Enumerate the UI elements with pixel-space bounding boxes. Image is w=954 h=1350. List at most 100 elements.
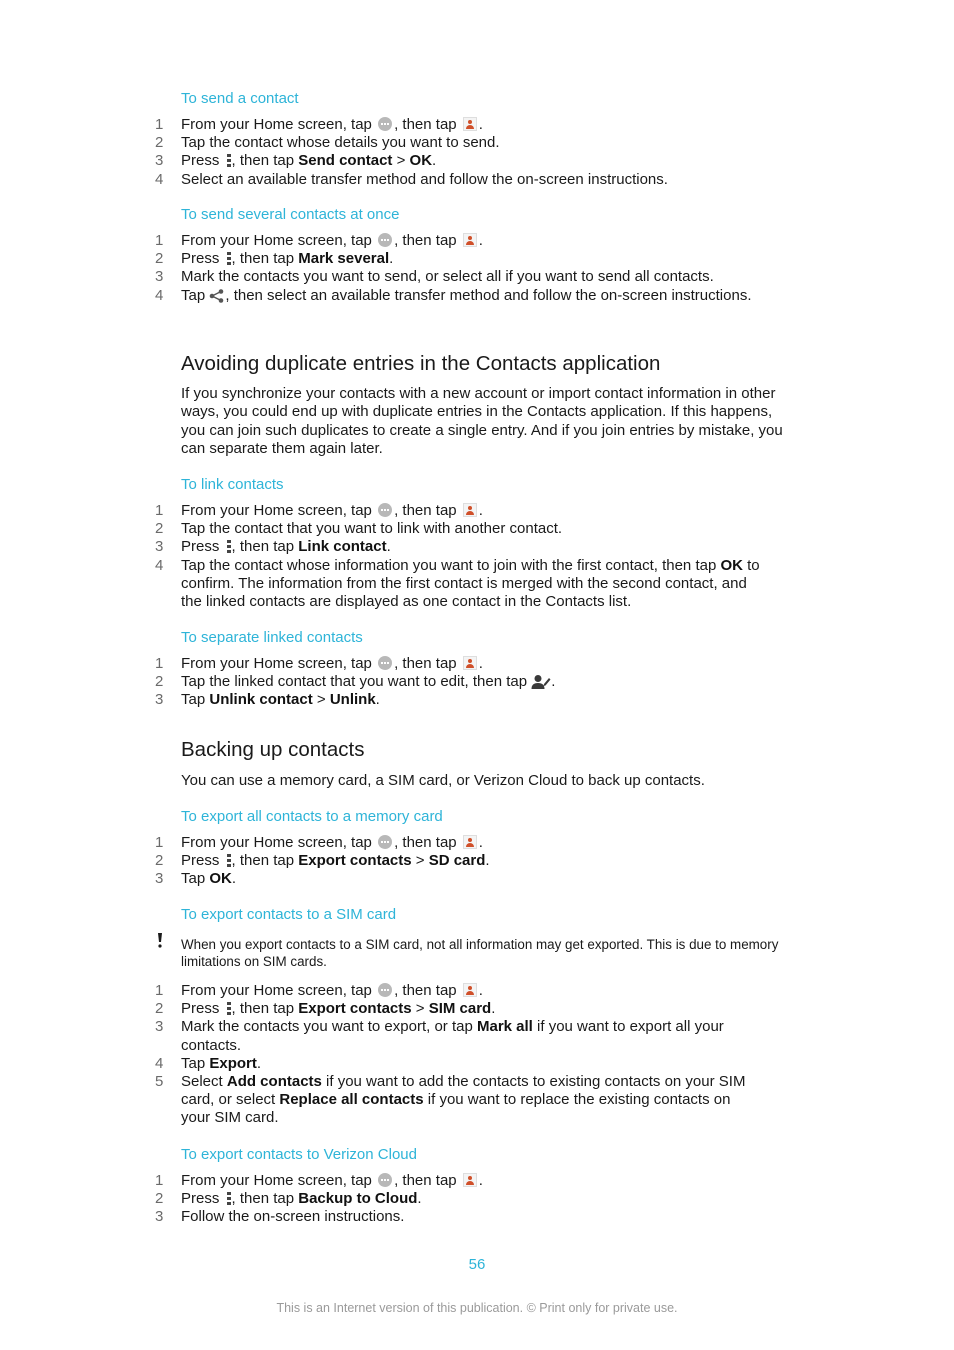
step-text: Press [181,852,224,870]
step-number: 4 [155,286,164,304]
share-icon [210,288,224,303]
step-number: 3 [155,538,164,556]
list-item: 3 Mark the contacts you want to export, o… [0,1018,761,1054]
ui-term: Add contacts [226,1073,322,1091]
list-item: 3 Press , then tap Link contact. [0,538,761,556]
contacts-icon [462,656,477,670]
list-item: 1 From your Home screen, tap , then tap . [0,834,761,852]
subheading-send-contact: To send a contact [181,90,299,107]
apps-icon [378,117,393,131]
step-text: > [392,152,410,170]
step-text: Select an available transfer method and … [181,170,668,188]
step-text: From your Home screen, tap [181,655,377,672]
step-number: 4 [155,1054,164,1072]
steps-send-contact: 1 From your Home screen, tap , then tap .… [0,116,800,189]
list-item: 1 From your Home screen, tap , then tap . [0,116,761,134]
note-sim-limitations: When you export contacts to a SIM card, … [181,937,779,969]
step-number: 2 [155,134,164,152]
step-number: 1 [155,1172,164,1189]
heading-avoiding-duplicates: Avoiding duplicate entries in the Contac… [181,352,661,375]
list-item: 4 Tap Export. [0,1055,761,1073]
list-item: 1 From your Home screen, tap , then tap . [0,982,761,1000]
step-text: . [478,834,483,851]
edit-contact-icon [531,675,551,690]
ui-term: OK [720,556,743,574]
step-text: . [485,852,490,870]
step-number: 2 [155,250,164,268]
step-text: , then tap [394,834,461,851]
step-text: , then tap [394,502,461,519]
step-text: Press [181,152,224,170]
ui-term: Unlink contact [209,691,313,709]
step-text: > [411,1000,429,1018]
step-text: . [478,232,483,249]
step-number: 2 [155,673,164,691]
step-number: 3 [155,691,164,709]
step-number: 3 [155,1208,164,1226]
steps-separate-contacts: 1 From your Home screen, tap , then tap .… [0,655,800,710]
subheading-separate-contacts: To separate linked contacts [181,629,363,646]
list-item: 2 Press , then tap Export contacts > SIM … [0,1000,761,1018]
contacts-icon [462,233,477,247]
ui-term: Send contact [298,152,393,170]
list-item: 3 Tap Unlink contact > Unlink. [0,691,761,709]
page-number: 56 [468,1256,486,1273]
step-text: . [491,1000,496,1018]
step-text: . [417,1190,422,1208]
footer-notice: This is an Internet version of this publ… [276,1301,678,1315]
list-item: 3 Tap OK. [0,870,761,888]
step-text: From your Home screen, tap [181,232,377,249]
step-text: , then tap [394,655,461,672]
steps-export-cloud: 1 From your Home screen, tap , then tap .… [0,1172,800,1227]
ui-term: Mark several [298,250,390,268]
ui-term: OK [209,870,232,888]
step-text: , then tap [231,250,299,268]
step-number: 1 [155,834,164,851]
step-text: Press [181,538,224,556]
menu-icon [226,854,231,868]
step-text: From your Home screen, tap [181,834,377,851]
step-text: Tap the linked contact that you want to … [181,673,532,691]
step-text: Follow the on-screen instructions. [181,1208,405,1226]
subheading-export-cloud: To export contacts to Verizon Cloud [181,1146,417,1163]
step-number: 2 [155,520,164,538]
step-text: Tap the contact whose information you wa… [181,556,721,574]
ui-term: Replace all contacts [279,1091,424,1109]
ui-term: Export [209,1054,257,1072]
list-item: 3 Follow the on-screen instructions. [0,1208,761,1226]
step-text: . [478,655,483,672]
ui-term: SD card [428,852,486,870]
step-text: . [432,152,437,170]
ui-term: Mark all [476,1018,533,1036]
step-text: , then tap [394,232,461,249]
menu-icon [226,540,231,554]
step-number: 3 [155,268,164,286]
list-item: 1 From your Home screen, tap , then tap . [0,1172,761,1190]
step-text: From your Home screen, tap [181,1172,377,1189]
steps-link-contacts: 1 From your Home screen, tap , then tap .… [0,502,800,611]
menu-icon [226,154,231,168]
steps-export-sim: 1 From your Home screen, tap , then tap .… [0,982,800,1128]
menu-icon [226,1002,231,1016]
apps-icon [378,656,393,670]
apps-icon [378,1173,393,1187]
paragraph-avoiding-duplicates: If you synchronize your contacts with a … [181,385,783,457]
list-item: 3 Mark the contacts you want to send, or … [0,268,761,286]
step-text: From your Home screen, tap [181,502,377,519]
subheading-link-contacts: To link contacts [181,476,284,493]
step-number: 1 [155,116,164,133]
step-number: 1 [155,502,164,519]
step-text: > [312,691,330,709]
step-text: . [256,1054,262,1072]
step-number: 1 [155,982,164,999]
step-text: From your Home screen, tap [181,982,377,999]
step-text: , then tap [231,852,299,870]
list-item: 1 From your Home screen, tap , then tap . [0,655,761,673]
step-text: Press [181,250,224,268]
steps-export-memory: 1 From your Home screen, tap , then tap .… [0,834,800,889]
step-text: . [478,502,483,519]
list-item: 2 Tap the contact whose details you want … [0,134,761,152]
ui-term: Link contact [298,538,387,556]
step-text: . [375,691,380,709]
step-number: 2 [155,1190,164,1208]
